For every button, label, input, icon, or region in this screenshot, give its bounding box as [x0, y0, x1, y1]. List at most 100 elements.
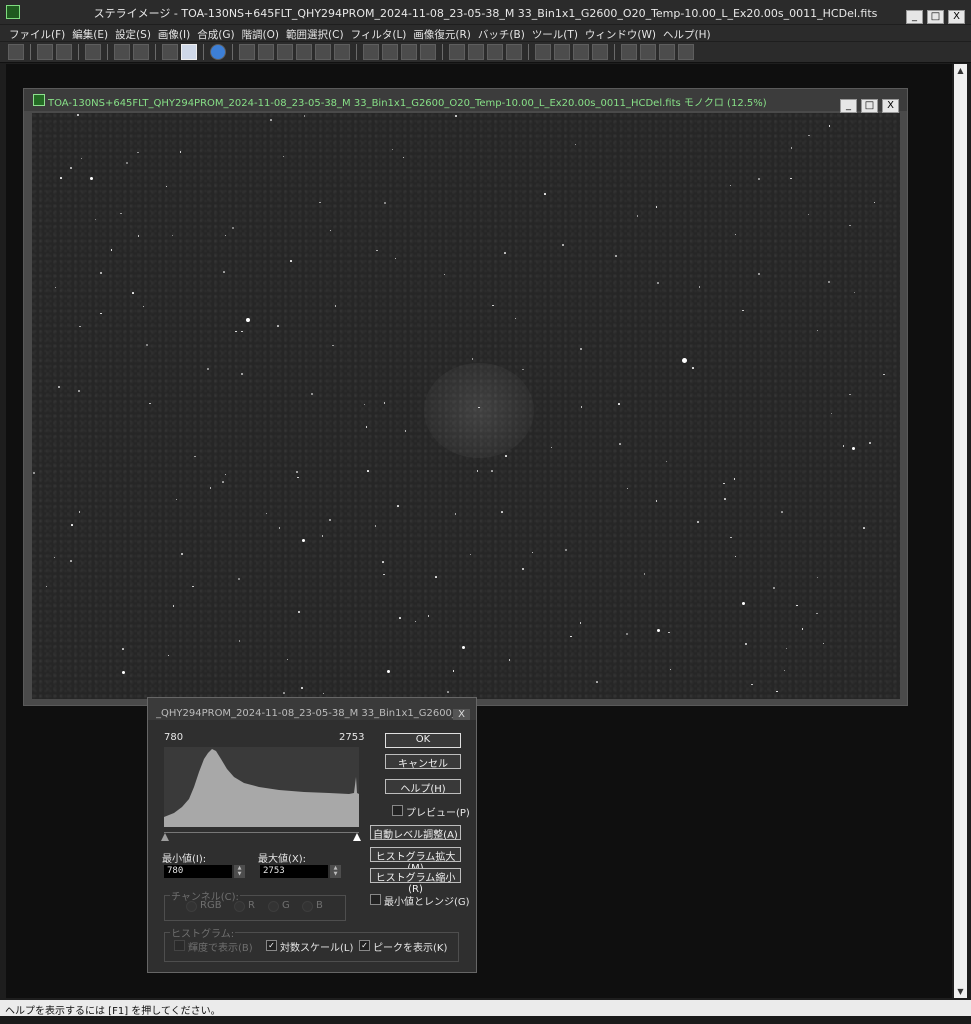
align-icon[interactable]	[363, 44, 379, 60]
cancel-button[interactable]: キャンセル	[385, 754, 461, 770]
matrix-icon[interactable]	[382, 44, 398, 60]
luminance-checkbox[interactable]	[174, 940, 185, 951]
preview-checkbox[interactable]	[392, 805, 403, 816]
star-field-image[interactable]	[32, 113, 900, 763]
sharpen-icon[interactable]	[554, 44, 570, 60]
image-maximize-button[interactable]: □	[861, 99, 878, 113]
image-minimize-button[interactable]: _	[840, 99, 857, 113]
menu-file[interactable]: ファイル(F)	[6, 25, 69, 41]
menu-image[interactable]: 画像(I)	[155, 25, 194, 41]
resize-icon[interactable]	[277, 44, 293, 60]
star	[60, 177, 62, 179]
scroll-up-icon[interactable]: ▲	[954, 64, 967, 77]
star	[165, 185, 168, 188]
image-window-title-bar[interactable]: TOA-130NS+645FLT_QHY294PROM_2024-11-08_2…	[24, 89, 907, 113]
ok-button[interactable]: OK	[385, 733, 461, 748]
copy-icon[interactable]	[114, 44, 130, 60]
menu-help[interactable]: ヘルプ(H)	[660, 25, 715, 41]
radio-b[interactable]	[302, 901, 313, 912]
min-value-input[interactable]: 780	[164, 865, 232, 878]
image-window[interactable]: TOA-130NS+645FLT_QHY294PROM_2024-11-08_2…	[23, 88, 908, 763]
flip-icon[interactable]	[296, 44, 312, 60]
radio-g[interactable]	[268, 901, 279, 912]
menu-composite[interactable]: 合成(G)	[194, 25, 238, 41]
show-peak-checkbox[interactable]: ✓	[359, 940, 370, 951]
crop-icon[interactable]	[239, 44, 255, 60]
info-icon[interactable]	[210, 44, 226, 60]
min-slider-handle[interactable]	[161, 833, 169, 841]
layers-icon[interactable]	[487, 44, 503, 60]
deconvolution-icon[interactable]	[535, 44, 551, 60]
max-value-input[interactable]: 2753	[260, 865, 328, 878]
max-value-spinner[interactable]: ▲ ▼	[330, 865, 341, 878]
image-view-icon[interactable]	[181, 44, 197, 60]
measure-icon[interactable]	[592, 44, 608, 60]
globe-icon[interactable]	[506, 44, 522, 60]
menu-filter[interactable]: フィルタ(L)	[348, 25, 411, 41]
menu-edit[interactable]: 編集(E)	[69, 25, 112, 41]
star	[476, 470, 479, 472]
export-icon[interactable]	[621, 44, 637, 60]
min-range-checkbox[interactable]	[370, 894, 381, 905]
rotate-icon[interactable]	[258, 44, 274, 60]
auto-level-button[interactable]: 自動レベル調整(A)	[370, 825, 461, 841]
blur-icon[interactable]	[573, 44, 589, 60]
save-as-icon[interactable]	[56, 44, 72, 60]
maximize-button[interactable]: □	[927, 10, 944, 24]
levels-dialog[interactable]: _QHY294PROM_2024-11-08_23-05-38_M 33_Bin…	[147, 697, 477, 973]
star	[873, 201, 876, 204]
open-file-icon[interactable]	[8, 44, 24, 60]
app-title-bar: ステライメージ - TOA-130NS+645FLT_QHY294PROM_20…	[0, 0, 971, 24]
star	[303, 115, 306, 117]
vertical-scrollbar[interactable]: ▲ ▼	[954, 64, 967, 998]
menu-batch[interactable]: バッチ(B)	[475, 25, 529, 41]
star	[77, 113, 80, 116]
star	[142, 305, 145, 308]
preview-label: プレビュー(P)	[406, 808, 470, 819]
grid-icon[interactable]	[334, 44, 350, 60]
star	[33, 472, 36, 474]
menu-settings[interactable]: 設定(S)	[112, 25, 155, 41]
star	[383, 573, 385, 576]
menu-window[interactable]: ウィンドウ(W)	[582, 25, 660, 41]
histogram-shrink-button[interactable]: ヒストグラム縮小(R)	[370, 868, 461, 895]
close-button[interactable]: X	[948, 10, 965, 24]
batch-icon[interactable]	[401, 44, 417, 60]
star	[852, 447, 855, 450]
star	[730, 536, 732, 539]
star	[564, 549, 567, 552]
histogram-expand-button[interactable]: ヒストグラム拡大(M)	[370, 847, 461, 874]
image-close-button[interactable]: X	[882, 99, 899, 113]
min-value-spinner[interactable]: ▲ ▼	[234, 865, 245, 878]
star	[574, 143, 577, 146]
histogram-slider-track[interactable]	[164, 827, 359, 833]
dialog-close-button[interactable]: X	[453, 709, 470, 720]
filter-icon[interactable]	[449, 44, 465, 60]
star	[807, 213, 810, 216]
scroll-down-icon[interactable]: ▼	[954, 985, 967, 998]
menu-levels[interactable]: 階調(O)	[239, 25, 283, 41]
wcs-icon[interactable]	[678, 44, 694, 60]
radio-r[interactable]	[234, 901, 245, 912]
star	[550, 446, 553, 449]
window-icon[interactable]	[640, 44, 656, 60]
help-button[interactable]: ヘルプ(H)	[385, 779, 461, 795]
level-adjust-icon[interactable]	[162, 44, 178, 60]
mirror-icon[interactable]	[315, 44, 331, 60]
paste-icon[interactable]	[133, 44, 149, 60]
histogram-icon[interactable]	[85, 44, 101, 60]
menu-tools[interactable]: ツール(T)	[529, 25, 582, 41]
radio-rgb[interactable]	[186, 901, 197, 912]
max-slider-handle[interactable]	[353, 833, 361, 841]
menu-restore[interactable]: 画像復元(R)	[410, 25, 475, 41]
save-icon[interactable]	[37, 44, 53, 60]
minimize-button[interactable]: _	[906, 10, 923, 24]
dialog-title-bar[interactable]: _QHY294PROM_2024-11-08_23-05-38_M 33_Bin…	[148, 698, 476, 720]
menu-selection[interactable]: 範囲選択(C)	[283, 25, 348, 41]
log-scale-checkbox[interactable]: ✓	[266, 940, 277, 951]
bars-icon[interactable]	[468, 44, 484, 60]
star-icon[interactable]	[420, 44, 436, 60]
compare-icon[interactable]	[659, 44, 675, 60]
star	[209, 487, 211, 489]
star	[194, 455, 196, 458]
